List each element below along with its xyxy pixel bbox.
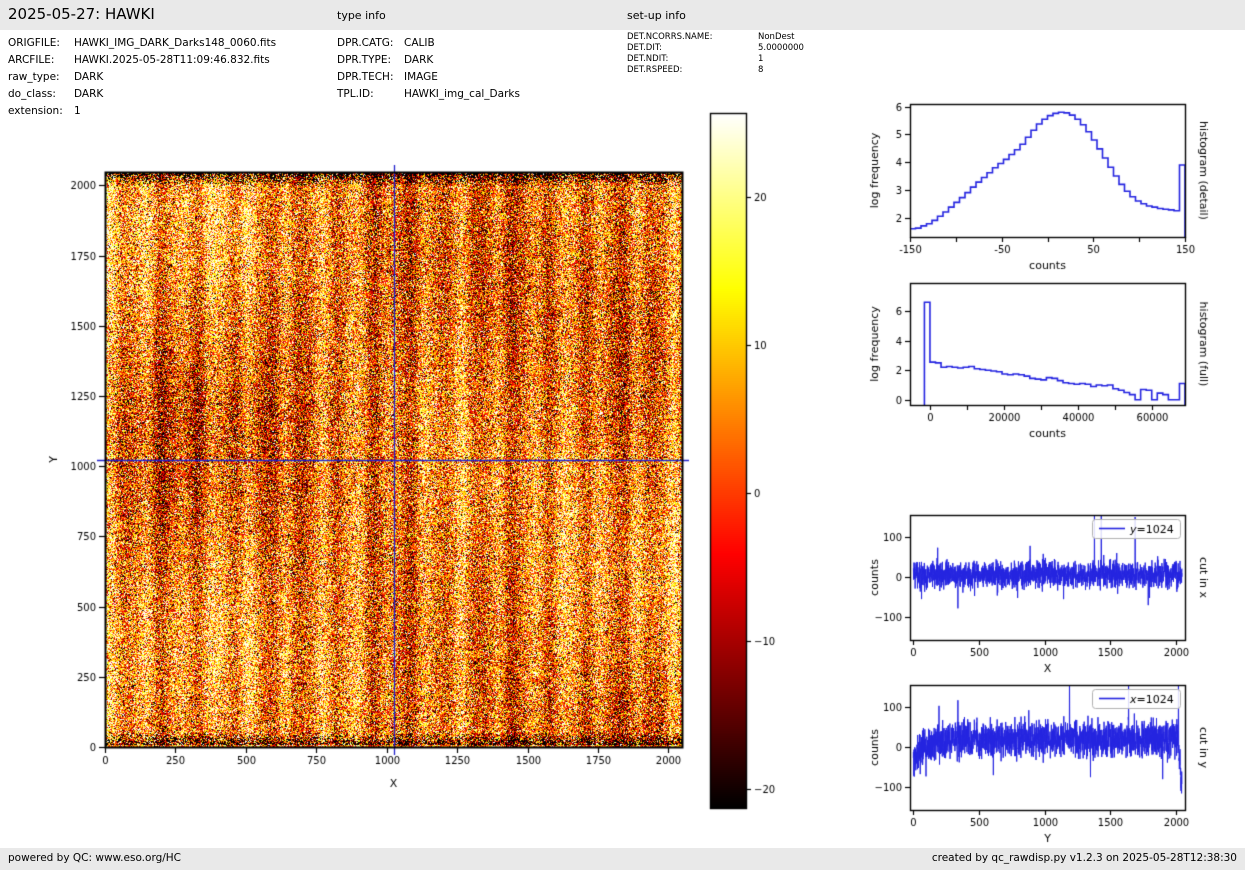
meta-row-dpr-tech: DPR.TECH:IMAGE xyxy=(337,69,520,86)
meta-value: HAWKI_img_cal_Darks xyxy=(404,86,520,103)
figure-canvas xyxy=(0,0,1245,870)
meta-value: DARK xyxy=(74,69,103,86)
meta-label: extension: xyxy=(8,103,74,120)
type-info-heading: type info xyxy=(337,9,386,22)
meta-value: IMAGE xyxy=(404,69,438,86)
meta-row-doclass: do_class:DARK xyxy=(8,86,276,103)
meta-row-dit: DET.DIT:5.0000000 xyxy=(627,43,804,54)
meta-label: DET.DIT: xyxy=(627,43,758,54)
footer-bar: powered by QC: www.eso.org/HC created by… xyxy=(0,848,1245,870)
meta-label: TPL.ID: xyxy=(337,86,404,103)
meta-label: DET.RSPEED: xyxy=(627,65,758,76)
meta-value: HAWKI.2025-05-28T11:09:46.832.fits xyxy=(74,52,270,69)
meta-row-dpr-type: DPR.TYPE:DARK xyxy=(337,52,520,69)
meta-label: DPR.TECH: xyxy=(337,69,404,86)
page-title: 2025-05-27: HAWKI xyxy=(8,5,155,23)
meta-value: 1 xyxy=(74,103,81,120)
meta-label: ARCFILE: xyxy=(8,52,74,69)
meta-value: NonDest xyxy=(758,32,794,43)
footer-created-by: created by qc_rawdisp.py v1.2.3 on 2025-… xyxy=(932,852,1237,864)
meta-row-origfile: ORIGFILE:HAWKI_IMG_DARK_Darks148_0060.fi… xyxy=(8,35,276,52)
meta-row-tplid: TPL.ID:HAWKI_img_cal_Darks xyxy=(337,86,520,103)
meta-label: do_class: xyxy=(8,86,74,103)
meta-label: DET.NDIT: xyxy=(627,54,758,65)
meta-row-extension: extension:1 xyxy=(8,103,276,120)
meta-value: 1 xyxy=(758,54,763,65)
meta-value: 8 xyxy=(758,65,763,76)
meta-row-ndit: DET.NDIT:1 xyxy=(627,54,804,65)
meta-row-dpr-catg: DPR.CATG:CALIB xyxy=(337,35,520,52)
file-info-block: ORIGFILE:HAWKI_IMG_DARK_Darks148_0060.fi… xyxy=(8,35,276,120)
meta-value: DARK xyxy=(74,86,103,103)
qc-report-page: 2025-05-27: HAWKI type info set-up info … xyxy=(0,0,1245,870)
meta-row-arcfile: ARCFILE:HAWKI.2025-05-28T11:09:46.832.fi… xyxy=(8,52,276,69)
meta-row-ncorrs: DET.NCORRS.NAME:NonDest xyxy=(627,32,804,43)
meta-value: HAWKI_IMG_DARK_Darks148_0060.fits xyxy=(74,35,276,52)
meta-row-rawtype: raw_type:DARK xyxy=(8,69,276,86)
footer-powered-by: powered by QC: www.eso.org/HC xyxy=(8,852,181,864)
meta-label: raw_type: xyxy=(8,69,74,86)
meta-value: DARK xyxy=(404,52,433,69)
meta-label: DPR.TYPE: xyxy=(337,52,404,69)
meta-label: ORIGFILE: xyxy=(8,35,74,52)
setup-info-block: DET.NCORRS.NAME:NonDest DET.DIT:5.000000… xyxy=(627,32,804,76)
setup-info-heading: set-up info xyxy=(627,9,686,22)
header-bar: 2025-05-27: HAWKI type info set-up info xyxy=(0,0,1245,30)
meta-row-rspeed: DET.RSPEED:8 xyxy=(627,65,804,76)
meta-value: 5.0000000 xyxy=(758,43,804,54)
meta-value: CALIB xyxy=(404,35,435,52)
meta-label: DET.NCORRS.NAME: xyxy=(627,32,758,43)
type-info-block: DPR.CATG:CALIB DPR.TYPE:DARK DPR.TECH:IM… xyxy=(337,35,520,103)
meta-label: DPR.CATG: xyxy=(337,35,404,52)
